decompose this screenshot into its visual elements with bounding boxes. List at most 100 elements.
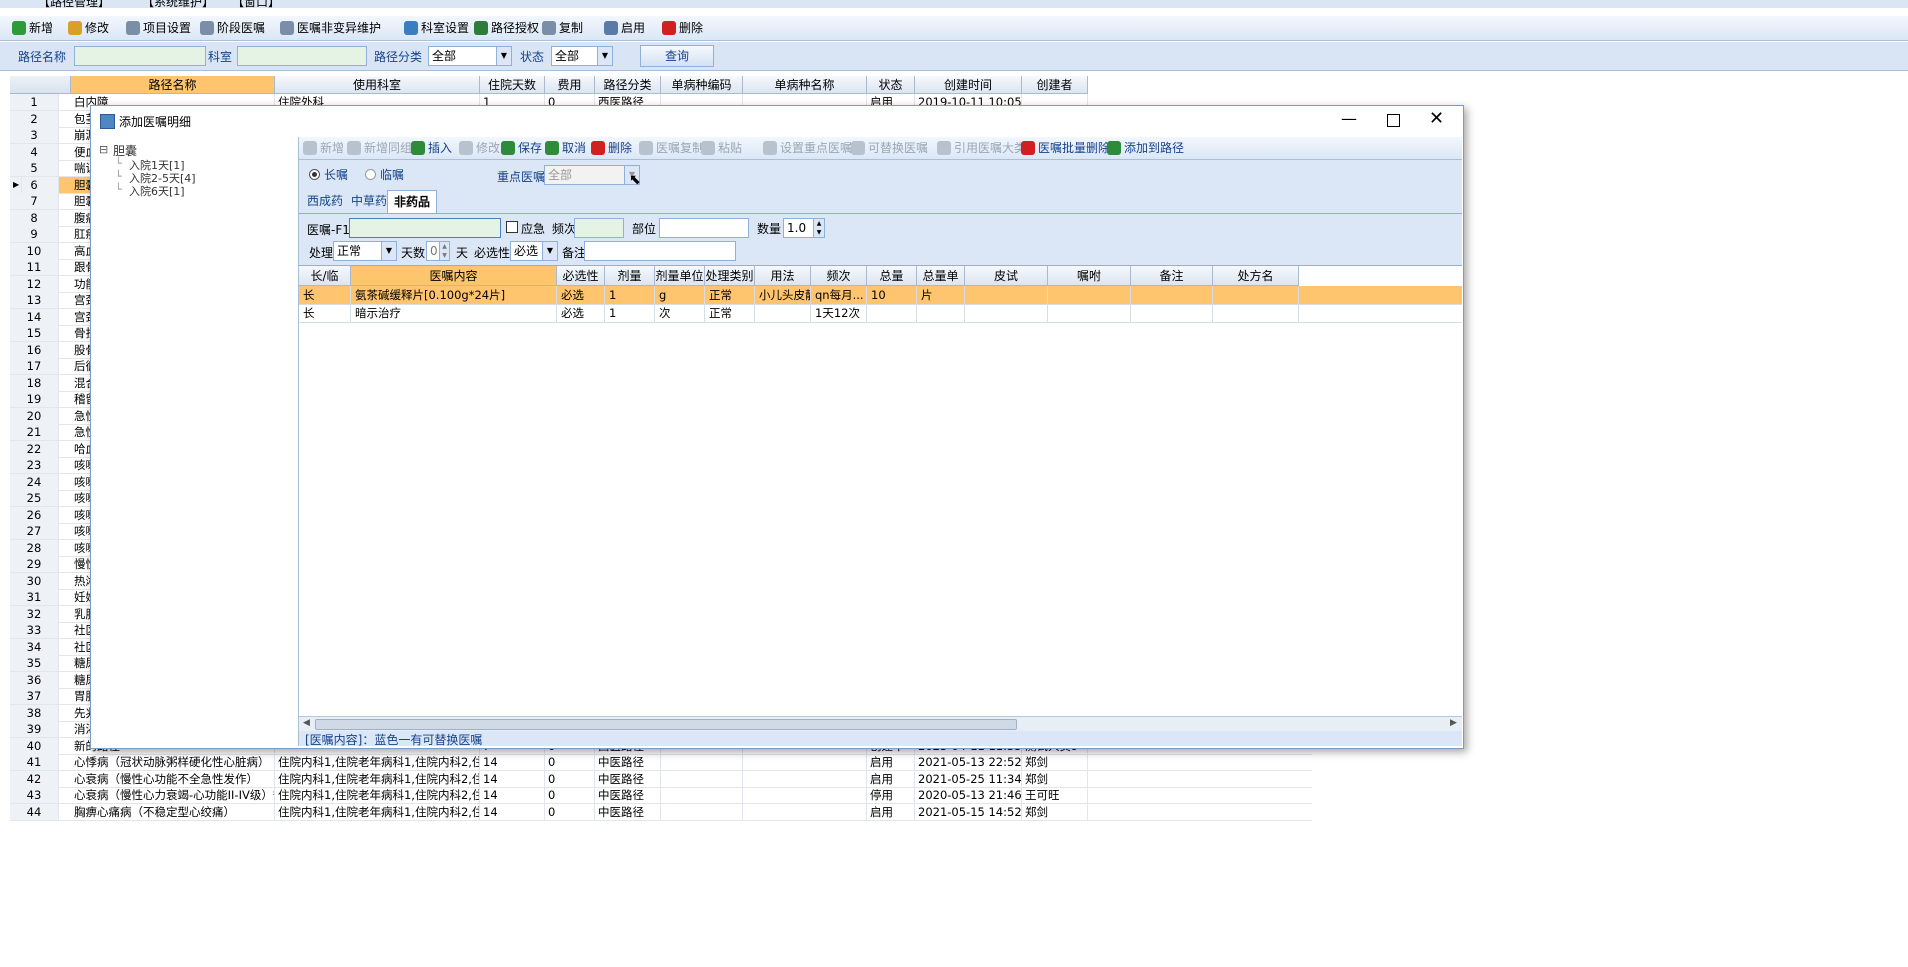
chevron-down-icon[interactable]: ▼ [381,242,396,260]
dialog-toolbar-button-9[interactable]: 设置重点医嘱 [763,138,852,158]
dialog-toolbar-button-6[interactable]: 删除 [591,138,632,158]
grid-header-6[interactable]: 单病种名称 [743,76,867,94]
freq-input[interactable] [574,218,624,238]
grid-header-7[interactable]: 状态 [867,76,915,94]
tab-western[interactable]: 西成药 [301,190,349,212]
emergency-checkbox[interactable] [506,221,518,233]
table-row[interactable]: 43 心衰病（慢性心力衰竭-心功能II-IV级）* 住院内科1,住院老年病科1,住院… [10,787,1312,804]
toolbar-button-7[interactable]: 复制 [542,18,583,38]
spin-icon[interactable]: ▲ ▼ [813,219,824,237]
menu-path-management[interactable]: 【路径管理】 [38,0,110,8]
order-grid-header-13[interactable]: 处方名 [1213,266,1299,286]
path-name-input[interactable] [74,46,206,66]
menu-system-maintenance[interactable]: 【系统维护】 [142,0,214,8]
scroll-left-icon[interactable]: ◀ [303,718,310,728]
dialog-toolbar-button-2[interactable]: 插入 [411,138,452,158]
radio-long-icon[interactable] [309,169,320,180]
dialog-toolbar-button-10[interactable]: 可替换医嘱 [851,138,928,158]
order-grid-header-7[interactable]: 频次 [811,266,867,286]
toolbar-button-0[interactable]: 新增 [12,18,53,38]
minimize-icon[interactable]: — [1341,109,1357,128]
grid-header-2[interactable]: 住院天数 [480,76,545,94]
grid-header-8[interactable]: 创建时间 [915,76,1022,94]
dialog-toolbar-button-8[interactable]: 粘贴 [701,138,742,158]
chevron-down-icon[interactable]: ▼ [496,47,511,65]
order-cell: 10 [867,286,917,304]
handle-select[interactable]: 正常 ▼ [333,241,397,261]
order-grid-header-1[interactable]: 医嘱内容 [351,266,557,286]
key-order-select[interactable]: 全部 ▼ [544,165,640,185]
scroll-right-icon[interactable]: ▶ [1450,718,1457,728]
toolbar-label: 阶段医嘱 [217,21,266,35]
required-select[interactable]: 必选 ▼ [510,241,558,261]
toolbar-button-2[interactable]: 项目设置 [126,18,191,38]
category-select[interactable]: 全部 ▼ [428,46,512,66]
tree-collapse-icon[interactable]: ⊟ [99,143,108,156]
dialog-toolbar-button-11[interactable]: 引用医嘱大类 [937,138,1026,158]
scroll-thumb[interactable] [315,719,1017,730]
dialog-toolbar-button-12[interactable]: 医嘱批量删除 [1021,138,1110,158]
tree-node[interactable]: 入院6天[1] [129,183,185,199]
order-grid-header-3[interactable]: 剂量 [605,266,655,286]
close-icon[interactable]: ✕ [1429,108,1444,129]
dialog-toolbar-button-13[interactable]: 添加到路径 [1107,138,1184,158]
part-input[interactable] [659,218,749,238]
chevron-down-icon[interactable]: ▼ [597,47,612,65]
chevron-down-icon[interactable]: ▼ [542,242,557,260]
order-grid-header-5[interactable]: 处理类别 [705,266,755,286]
order-form: 医嘱-F11 应急 频次 部位 数量 1.0 ▲ ▼ 处理 正常 ▼ 天数 0 ▲ ▼ 天… [299,214,1462,264]
toolbar-button-6[interactable]: 路径授权 [474,18,539,38]
order-grid-header-8[interactable]: 总量 [867,266,917,286]
order-grid-header-9[interactable]: 总量单位 [917,266,965,303]
grid-cell: 住院内科1,住院老年病科1,住院内科2,住... [275,787,480,803]
dialog-toolbar-button-0[interactable]: 新增 [303,138,344,158]
grid-header-5[interactable]: 单病种编码 [661,76,743,94]
toolbar-button-5[interactable]: 科室设置 [404,18,469,38]
table-row[interactable]: 44 胸痹心痛病（不稳定型心绞痛） 住院内科1,住院老年病科1,住院内科2,住...… [10,803,1312,821]
toolbar-button-4[interactable]: 医嘱非变异维护 [280,18,381,38]
horizontal-scrollbar[interactable]: ◀ ▶ [299,716,1462,731]
radio-long-label[interactable]: 长嘱 [324,166,348,183]
tab-herbal[interactable]: 中草药 [345,190,393,212]
order-grid-header-4[interactable]: 剂量单位 [655,266,705,286]
order-grid-header-6[interactable]: 用法 [755,266,811,286]
status-select[interactable]: 全部 ▼ [551,46,613,66]
days-stepper[interactable]: 0 ▲ ▼ [426,241,450,261]
grid-header-1[interactable]: 使用科室 [275,76,480,94]
order-row[interactable]: 长暗示治疗 必选 1 次正常 1天12次 [299,304,1462,323]
dialog-toolbar-button-1[interactable]: 新增同组 [347,138,412,158]
radio-temp-label[interactable]: 临嘱 [380,166,404,183]
dialog-toolbar-button-7[interactable]: 医嘱复制 [639,138,704,158]
grid-header-9[interactable]: 创建者 [1022,76,1088,94]
order-grid-header-12[interactable]: 备注 [1131,266,1213,286]
tab-non-drug[interactable]: 非药品 [387,190,438,213]
minimize-icon[interactable]: — [1878,0,1890,6]
dept-input[interactable] [237,46,367,66]
query-button[interactable]: 查询 [640,45,714,67]
grid-header-0[interactable]: 路径名称 [71,76,275,94]
maximize-icon[interactable] [1387,114,1400,127]
radio-temp-icon[interactable] [365,169,376,180]
qty-stepper[interactable]: 1.0 ▲ ▼ [783,218,825,238]
menu-window[interactable]: 【窗口】 [232,0,280,8]
spin-icon[interactable]: ▲ ▼ [439,242,449,260]
grid-header-4[interactable]: 路径分类 [595,76,661,94]
table-row[interactable]: 42 心衰病（慢性心功能不全急性发作） 住院内科1,住院老年病科1,住院内科2,住.… [10,770,1312,788]
order-grid-header-11[interactable]: 嘱咐 [1048,266,1131,286]
dialog-toolbar-button-4[interactable]: 保存 [501,138,542,158]
order-row[interactable]: 长氨茶碱缓释片[0.100g*24片]必选1g正常小儿头皮静滴qn每月...10… [299,286,1462,305]
dialog-toolbar-label: 粘贴 [718,141,743,155]
order-input[interactable] [349,218,501,238]
toolbar-button-8[interactable]: 启用 [604,18,645,38]
order-grid-header-0[interactable]: 长/临 [299,266,351,286]
order-grid-header-2[interactable]: 必选性 [557,266,605,286]
dialog-toolbar-button-3[interactable]: 修改 [459,138,500,158]
order-grid-header-10[interactable]: 皮试 [965,266,1048,286]
toolbar-button-1[interactable]: 修改 [68,18,109,38]
grid-header-3[interactable]: 费用 [545,76,595,94]
toolbar-button-3[interactable]: 阶段医嘱 [200,18,265,38]
dialog-toolbar-button-5[interactable]: 取消 [545,138,586,158]
toolbar-button-9[interactable]: 删除 [662,18,703,38]
table-row[interactable]: 41 心悸病（冠状动脉粥样硬化性心脏病） 住院内科1,住院老年病科1,住院内科2,住… [10,754,1312,771]
note-input[interactable] [584,241,736,261]
